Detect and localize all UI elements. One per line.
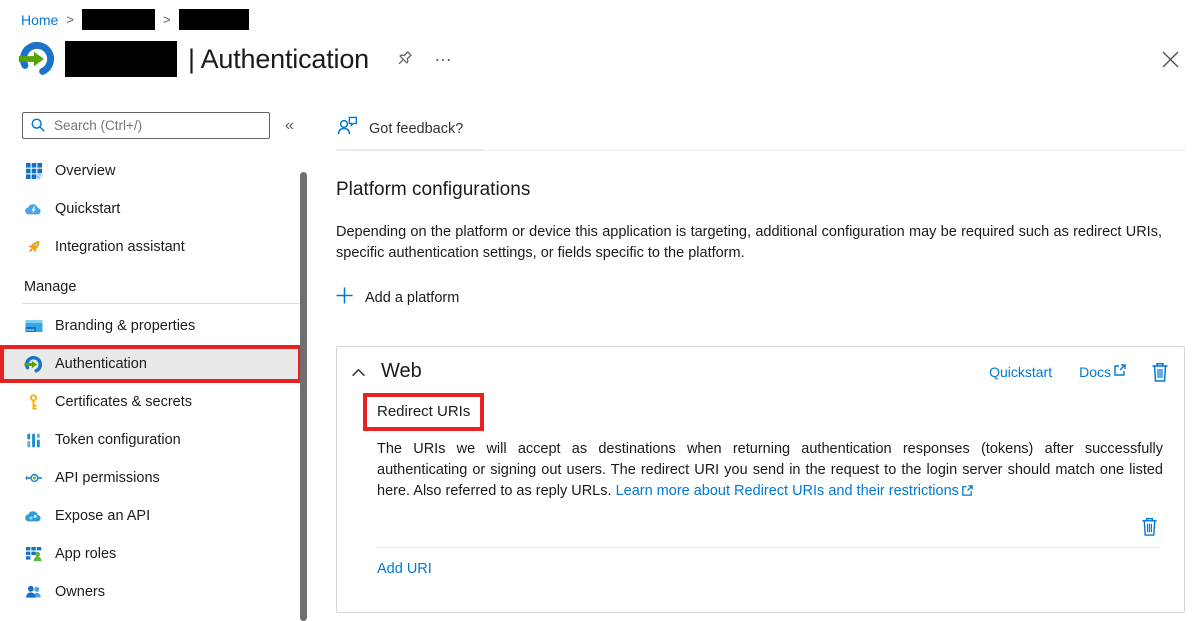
collapse-sidebar-icon[interactable]: « — [285, 117, 294, 135]
platform-configurations-title: Platform configurations — [336, 179, 1185, 201]
search-input[interactable] — [22, 112, 270, 139]
page-title: | Authentication — [188, 44, 369, 75]
docs-link[interactable]: Docs — [1079, 363, 1127, 380]
breadcrumb-separator: > — [163, 12, 171, 27]
svg-text:www: www — [26, 328, 34, 332]
sidebar-item-label: App roles — [55, 546, 116, 562]
quickstart-cloud-icon — [24, 200, 43, 219]
redacted-breadcrumb-item — [179, 9, 249, 30]
breadcrumb-home-link[interactable]: Home — [21, 12, 58, 28]
overview-grid-icon — [24, 162, 43, 181]
redirect-uri-row — [377, 513, 1159, 539]
more-options-icon[interactable]: … — [434, 50, 452, 68]
search-field-wrap — [22, 112, 270, 139]
docs-link-label: Docs — [1079, 364, 1111, 380]
pin-icon[interactable] — [396, 50, 414, 68]
search-icon — [30, 117, 46, 138]
sidebar: « Overview — [0, 112, 312, 611]
sidebar-search-row: « — [22, 112, 312, 139]
sidebar-item-token-configuration[interactable]: Token configuration — [0, 421, 302, 459]
web-card-body: Redirect URIs The URIs we will accept as… — [377, 383, 1159, 577]
breadcrumb: Home > > — [21, 9, 249, 30]
sidebar-item-app-roles[interactable]: App roles — [0, 535, 302, 573]
external-link-icon — [1113, 363, 1127, 380]
sidebar-item-label: Branding & properties — [55, 318, 195, 334]
sidebar-section-divider — [22, 303, 300, 304]
grid-person-icon — [24, 545, 43, 564]
azure-portal-app-authentication-page: Home > > | Authentication … — [0, 0, 1200, 621]
sidebar-item-label: Token configuration — [55, 432, 181, 448]
sidebar-menu: Overview Quickstart — [0, 152, 312, 611]
sidebar-item-label: API permissions — [55, 470, 160, 486]
sidebar-item-label: Owners — [55, 584, 105, 600]
sidebar-item-certificates-secrets[interactable]: Certificates & secrets — [0, 383, 302, 421]
key-icon — [24, 393, 43, 412]
feedback-divider — [336, 150, 1185, 151]
sidebar-item-expose-an-api[interactable]: Expose an API — [0, 497, 302, 535]
redacted-breadcrumb-item — [82, 9, 155, 30]
authentication-icon — [24, 355, 43, 374]
api-endpoint-icon — [24, 469, 43, 488]
app-registration-icon — [18, 40, 56, 78]
browser-www-icon: www — [24, 317, 43, 336]
sidebar-item-api-permissions[interactable]: API permissions — [0, 459, 302, 497]
sidebar-item-branding-properties[interactable]: www Branding & properties — [0, 307, 302, 345]
sidebar-section-manage: Manage — [0, 274, 312, 300]
rocket-icon — [24, 238, 43, 257]
redacted-app-name — [65, 41, 177, 77]
redirect-uris-label-annotated: Redirect URIs — [363, 393, 484, 431]
cloud-api-icon — [24, 507, 43, 526]
close-icon[interactable] — [1162, 51, 1179, 73]
sidebar-item-overview[interactable]: Overview — [0, 152, 302, 190]
sidebar-item-label: Authentication — [55, 356, 147, 372]
delete-platform-trash-icon[interactable] — [1150, 361, 1170, 383]
sidebar-item-label: Integration assistant — [55, 239, 185, 255]
web-card-title: Web — [381, 360, 422, 383]
chevron-up-icon[interactable] — [351, 365, 366, 378]
main-content: Got feedback? Platform configurations De… — [336, 108, 1185, 613]
add-a-platform-button[interactable]: Add a platform — [336, 287, 459, 308]
platform-configurations-description: Depending on the platform or device this… — [336, 222, 1162, 264]
page-title-bar: | Authentication … — [18, 40, 452, 78]
sidebar-item-label: Expose an API — [55, 508, 150, 524]
add-uri-button[interactable]: Add URI — [377, 561, 432, 577]
feedback-icon — [336, 116, 358, 141]
quickstart-link[interactable]: Quickstart — [989, 364, 1052, 380]
sidebar-item-owners[interactable]: Owners — [0, 573, 302, 611]
sidebar-item-label: Quickstart — [55, 201, 120, 217]
web-card-header: Web Quickstart Docs — [351, 360, 1170, 383]
token-bars-icon — [24, 431, 43, 450]
sidebar-scrollbar[interactable] — [300, 172, 307, 621]
plus-icon — [336, 287, 353, 308]
sidebar-item-authentication[interactable]: Authentication — [0, 345, 302, 383]
sidebar-item-label: Overview — [55, 163, 115, 179]
add-a-platform-label: Add a platform — [365, 290, 459, 306]
sidebar-item-integration-assistant[interactable]: Integration assistant — [0, 228, 302, 266]
sidebar-item-quickstart[interactable]: Quickstart — [0, 190, 302, 228]
sidebar-item-label: Certificates & secrets — [55, 394, 192, 410]
breadcrumb-separator: > — [66, 12, 74, 27]
web-platform-card: Web Quickstart Docs — [336, 346, 1185, 613]
got-feedback-label: Got feedback? — [369, 121, 463, 137]
learn-more-link[interactable]: Learn more about Redirect URIs and their… — [616, 483, 959, 499]
redirect-uris-description: The URIs we will accept as destinations … — [377, 439, 1163, 502]
external-link-icon — [959, 483, 974, 499]
got-feedback-button[interactable]: Got feedback? — [336, 108, 483, 150]
delete-uri-trash-icon[interactable] — [1140, 516, 1159, 537]
uri-row-divider — [377, 547, 1159, 548]
people-icon — [24, 583, 43, 602]
